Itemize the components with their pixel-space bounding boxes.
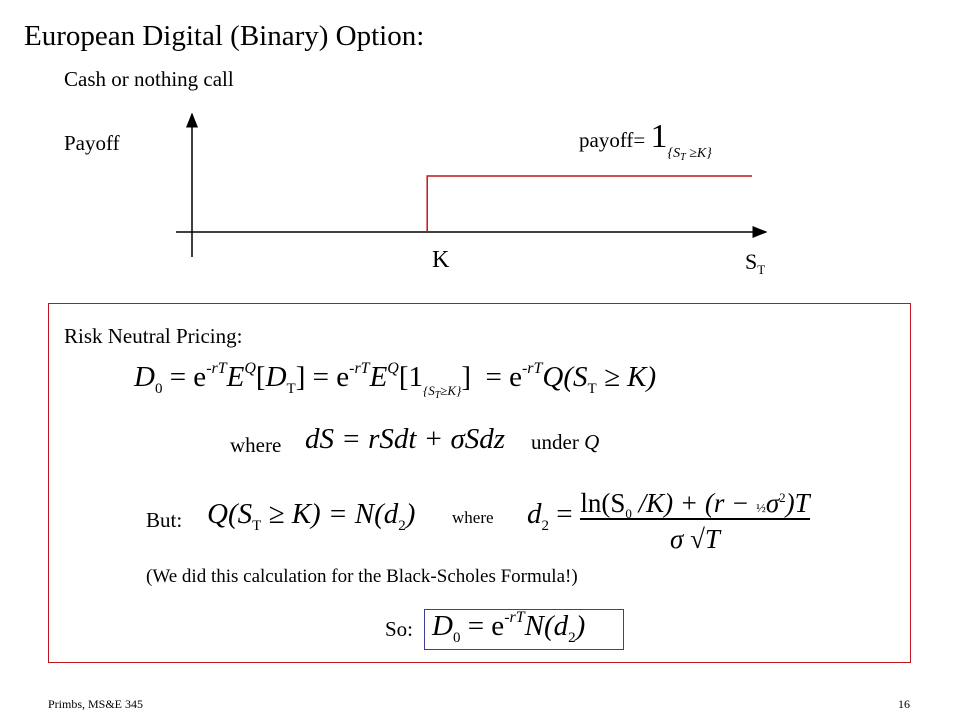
so-label: So: (385, 617, 414, 641)
d2-denominator: σ √T (670, 523, 720, 554)
probability-equation: Q(ST ≥ K) = N(d2) (207, 498, 416, 534)
where-label: where (230, 433, 282, 457)
d2-fraction: ln(S0 /K) + (r − ½σ2)T σ √T (580, 480, 810, 556)
payoff-diagram (176, 112, 768, 257)
d2-lhs: d2 = (527, 498, 573, 534)
strike-label: K (432, 247, 450, 273)
but-label: But: (146, 508, 183, 532)
page-number: 16 (898, 697, 910, 711)
risk-neutral-heading: Risk Neutral Pricing: (64, 324, 243, 348)
where-label-2: where (452, 508, 494, 527)
under-measure-label: under Q (531, 430, 600, 454)
sde-equation: dS = rSdt + σSdz (305, 423, 506, 455)
d2-numerator: ln(S0 /K) + (r − ½σ2)T (580, 488, 810, 521)
black-scholes-note: (We did this calculation for the Black-S… (146, 566, 578, 587)
footer-author: Primbs, MS&E 345 (48, 697, 144, 711)
pricing-equation: D0 = e-rTEQ[DT] = e-rTEQ[1{ST≥K}] = e-rT… (134, 360, 657, 401)
payoff-step-line (426, 175, 752, 232)
x-axis-label: ST (745, 249, 766, 277)
result-equation: D0 = e-rTN(d2) (432, 609, 586, 646)
fraction-bar (580, 518, 810, 520)
